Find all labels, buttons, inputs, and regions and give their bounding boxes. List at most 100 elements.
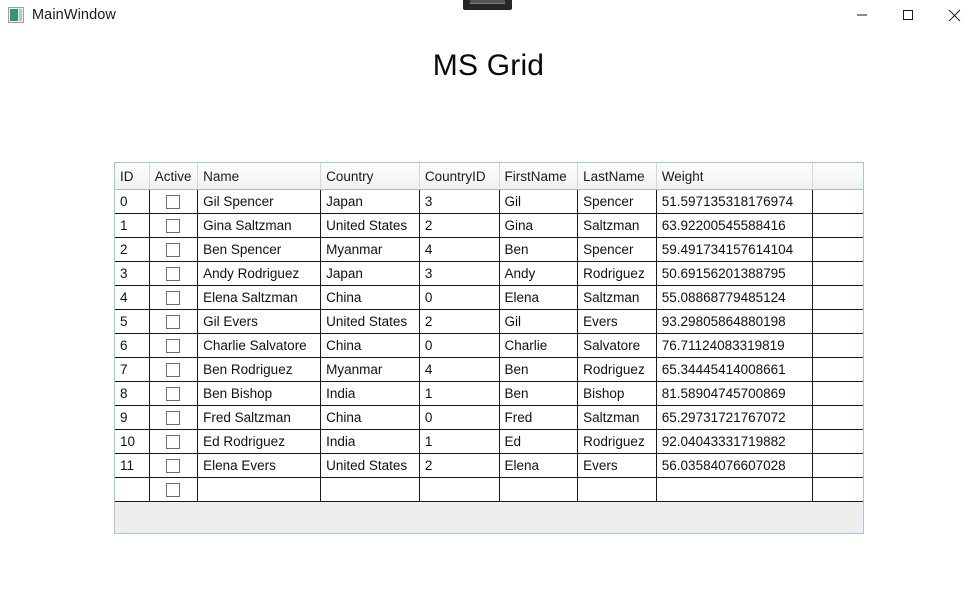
- cell-countryid[interactable]: 0: [419, 333, 500, 358]
- active-checkbox[interactable]: [166, 459, 181, 474]
- cell-id[interactable]: 5: [115, 309, 150, 334]
- cell-countryid[interactable]: [419, 477, 500, 502]
- cell-weight[interactable]: 51.597135318176974: [656, 189, 814, 214]
- cell-id[interactable]: 9: [115, 405, 150, 430]
- active-checkbox[interactable]: [166, 243, 181, 258]
- cell-active[interactable]: [149, 357, 199, 382]
- cell-id[interactable]: 3: [115, 261, 150, 286]
- cell-weight[interactable]: 81.58904745700869: [656, 381, 814, 406]
- column-header-country[interactable]: Country: [320, 163, 420, 190]
- cell-countryid[interactable]: 3: [419, 189, 500, 214]
- active-checkbox[interactable]: [166, 387, 181, 402]
- cell-weight[interactable]: 56.03584076607028: [656, 453, 814, 478]
- cell-active[interactable]: [149, 189, 199, 214]
- close-button[interactable]: [931, 0, 977, 30]
- column-header-firstname[interactable]: FirstName: [499, 163, 579, 190]
- column-header-id[interactable]: ID: [115, 163, 150, 190]
- cell-id[interactable]: [115, 477, 150, 502]
- table-row[interactable]: [115, 477, 863, 502]
- cell-weight[interactable]: 63.92200545588416: [656, 213, 814, 238]
- cell-active[interactable]: [149, 453, 199, 478]
- cell-countryid[interactable]: 0: [419, 285, 500, 310]
- cell-id[interactable]: 1: [115, 213, 150, 238]
- cell-active[interactable]: [149, 381, 199, 406]
- table-row[interactable]: 8 Ben Bishop India 1 Ben Bishop 81.58904745700…: [115, 381, 863, 406]
- cell-country[interactable]: Myanmar: [320, 357, 420, 382]
- active-checkbox[interactable]: [166, 483, 181, 498]
- cell-lastname[interactable]: Saltzman: [577, 285, 657, 310]
- cell-id[interactable]: 10: [115, 429, 150, 454]
- cell-active[interactable]: [149, 237, 199, 262]
- active-checkbox[interactable]: [166, 267, 181, 282]
- cell-firstname[interactable]: Gil: [499, 309, 579, 334]
- cell-name[interactable]: Elena Evers: [197, 453, 322, 478]
- table-row[interactable]: 7 Ben Rodriguez Myanmar 4 Ben Rodriguez 65.344…: [115, 357, 863, 382]
- cell-countryid[interactable]: 4: [419, 237, 500, 262]
- table-row[interactable]: 2 Ben Spencer Myanmar 4 Ben Spencer 59.4917341…: [115, 237, 863, 262]
- table-row[interactable]: 11 Elena Evers United States 2 Elena Evers 56.…: [115, 453, 863, 478]
- cell-country[interactable]: Myanmar: [320, 237, 420, 262]
- cell-weight[interactable]: 76.71124083319819: [656, 333, 814, 358]
- cell-country[interactable]: United States: [320, 213, 420, 238]
- cell-active[interactable]: [149, 261, 199, 286]
- cell-lastname[interactable]: Rodriguez: [577, 357, 657, 382]
- cell-name[interactable]: Gil Spencer: [197, 189, 322, 214]
- table-row[interactable]: 9 Fred Saltzman China 0 Fred Saltzman 65.29731…: [115, 405, 863, 430]
- cell-weight[interactable]: 92.04043331719882: [656, 429, 814, 454]
- cell-active[interactable]: [149, 405, 199, 430]
- table-row[interactable]: 5 Gil Evers United States 2 Gil Evers 93.29805…: [115, 309, 863, 334]
- cell-country[interactable]: India: [320, 381, 420, 406]
- cell-name[interactable]: Charlie Salvatore: [197, 333, 322, 358]
- table-row[interactable]: 0 Gil Spencer Japan 3 Gil Spencer 51.597135318…: [115, 189, 863, 214]
- cell-weight[interactable]: 65.29731721767072: [656, 405, 814, 430]
- cell-country[interactable]: United States: [320, 309, 420, 334]
- active-checkbox[interactable]: [166, 411, 181, 426]
- column-header-active[interactable]: Active: [149, 163, 199, 190]
- cell-firstname[interactable]: Elena: [499, 285, 579, 310]
- cell-weight[interactable]: 50.69156201388795: [656, 261, 814, 286]
- column-header-name[interactable]: Name: [197, 163, 322, 190]
- cell-countryid[interactable]: 0: [419, 405, 500, 430]
- cell-lastname[interactable]: Spencer: [577, 189, 657, 214]
- cell-lastname[interactable]: Evers: [577, 453, 657, 478]
- cell-weight[interactable]: 55.08868779485124: [656, 285, 814, 310]
- column-header-countryid[interactable]: CountryID: [419, 163, 500, 190]
- cell-lastname[interactable]: Salvatore: [577, 333, 657, 358]
- cell-firstname[interactable]: Charlie: [499, 333, 579, 358]
- cell-country[interactable]: [320, 477, 420, 502]
- cell-firstname[interactable]: [499, 477, 579, 502]
- table-row[interactable]: 6 Charlie Salvatore China 0 Charlie Salvatore…: [115, 333, 863, 358]
- cell-countryid[interactable]: 2: [419, 213, 500, 238]
- active-checkbox[interactable]: [166, 435, 181, 450]
- cell-lastname[interactable]: Saltzman: [577, 213, 657, 238]
- table-row[interactable]: 10 Ed Rodriguez India 1 Ed Rodriguez 92.040433…: [115, 429, 863, 454]
- cell-lastname[interactable]: Rodriguez: [577, 261, 657, 286]
- active-checkbox[interactable]: [166, 339, 181, 354]
- cell-name[interactable]: Gil Evers: [197, 309, 322, 334]
- cell-country[interactable]: China: [320, 405, 420, 430]
- cell-id[interactable]: 2: [115, 237, 150, 262]
- cell-lastname[interactable]: Bishop: [577, 381, 657, 406]
- cell-countryid[interactable]: 4: [419, 357, 500, 382]
- cell-name[interactable]: Ben Bishop: [197, 381, 322, 406]
- cell-active[interactable]: [149, 333, 199, 358]
- cell-country[interactable]: India: [320, 429, 420, 454]
- cell-country[interactable]: China: [320, 285, 420, 310]
- cell-weight[interactable]: 65.34445414008661: [656, 357, 814, 382]
- active-checkbox[interactable]: [166, 195, 181, 210]
- cell-lastname[interactable]: [577, 477, 657, 502]
- cell-country[interactable]: Japan: [320, 261, 420, 286]
- maximize-button[interactable]: [885, 0, 931, 30]
- cell-id[interactable]: 6: [115, 333, 150, 358]
- cell-firstname[interactable]: Andy: [499, 261, 579, 286]
- active-checkbox[interactable]: [166, 315, 181, 330]
- table-row[interactable]: 3 Andy Rodriguez Japan 3 Andy Rodriguez 50.691…: [115, 261, 863, 286]
- cell-country[interactable]: Japan: [320, 189, 420, 214]
- cell-lastname[interactable]: Spencer: [577, 237, 657, 262]
- cell-name[interactable]: [197, 477, 322, 502]
- cell-name[interactable]: Elena Saltzman: [197, 285, 322, 310]
- column-header-lastname[interactable]: LastName: [577, 163, 657, 190]
- active-checkbox[interactable]: [166, 363, 181, 378]
- cell-name[interactable]: Ben Rodriguez: [197, 357, 322, 382]
- cell-name[interactable]: Ed Rodriguez: [197, 429, 322, 454]
